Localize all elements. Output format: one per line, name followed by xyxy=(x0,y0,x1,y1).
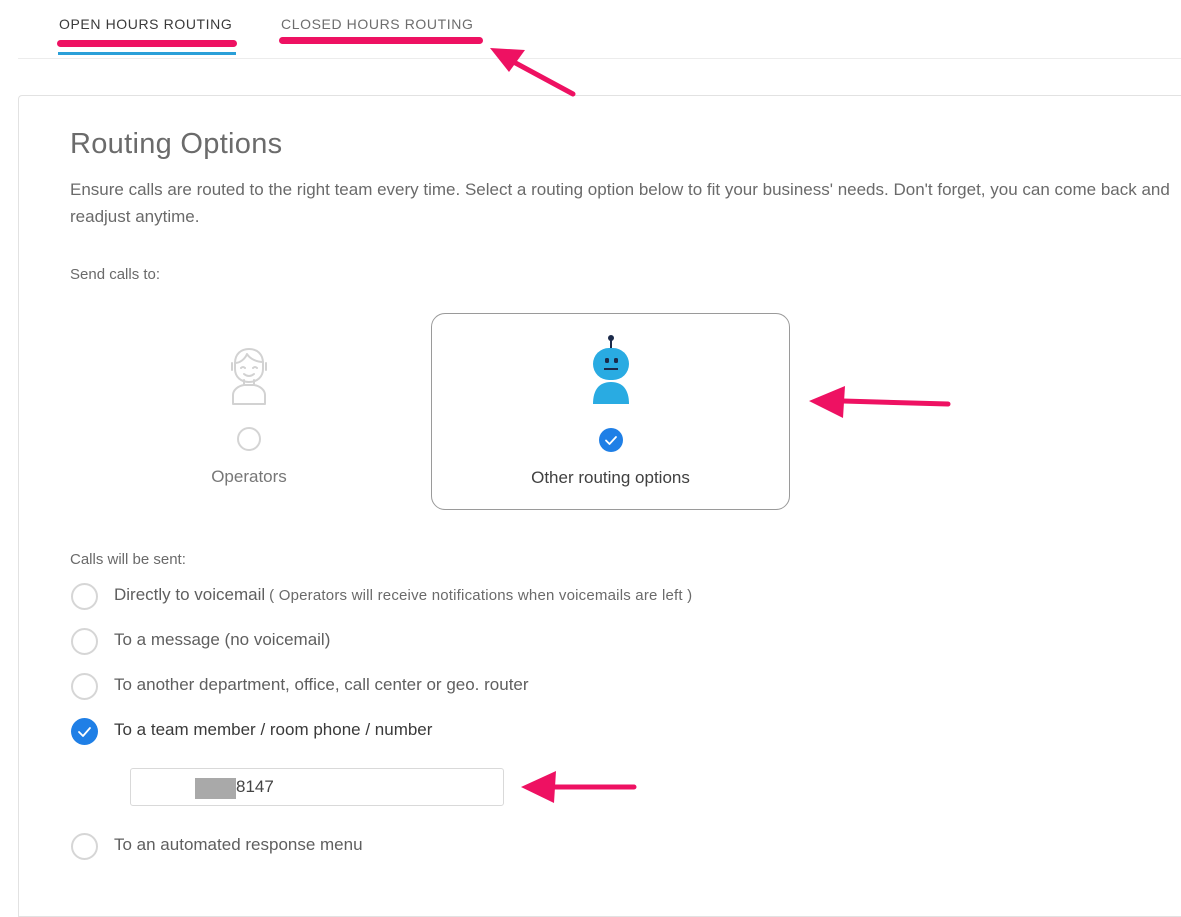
route-automated-menu[interactable]: To an automated response menu xyxy=(71,833,431,861)
route-message-radio[interactable] xyxy=(71,628,98,655)
phone-number-input[interactable]: 8147 xyxy=(130,768,504,806)
option-other-routing-label: Other routing options xyxy=(531,468,690,487)
routing-tabs: OPEN HOURS ROUTING CLOSED HOURS ROUTING xyxy=(18,0,1181,59)
route-message[interactable]: To a message (no voicemail) xyxy=(71,628,391,656)
operator-face-icon xyxy=(231,348,267,405)
option-operators[interactable]: Operators xyxy=(89,313,409,508)
active-tab-indicator xyxy=(58,52,236,55)
tab-closed-hours-routing[interactable]: CLOSED HOURS ROUTING xyxy=(281,16,473,32)
route-voicemail-radio[interactable] xyxy=(71,583,98,610)
route-team-member[interactable]: To a team member / room phone / number xyxy=(71,718,511,746)
route-voicemail-text: Directly to voicemail( Operators will re… xyxy=(114,585,692,605)
route-automated-menu-radio[interactable] xyxy=(71,833,98,860)
route-team-member-radio[interactable] xyxy=(71,718,98,745)
route-message-label: To a message (no voicemail) xyxy=(114,630,331,649)
route-automated-menu-label: To an automated response menu xyxy=(114,835,363,854)
operators-radio[interactable] xyxy=(237,427,261,451)
routing-options-card: Routing Options Ensure calls are routed … xyxy=(18,95,1181,917)
route-department[interactable]: To another department, office, call cent… xyxy=(71,673,631,701)
page-title: Routing Options xyxy=(70,128,283,160)
route-voicemail[interactable]: Directly to voicemail( Operators will re… xyxy=(71,583,831,611)
checkmark-icon xyxy=(604,436,617,445)
page-description: Ensure calls are routed to the right tea… xyxy=(70,180,1170,226)
redacted-digits xyxy=(195,778,236,799)
tab-open-hours-routing[interactable]: OPEN HOURS ROUTING xyxy=(59,16,232,32)
send-calls-label: Send calls to: xyxy=(70,266,161,283)
annotation-underline-closed xyxy=(279,37,483,44)
annotation-underline-open xyxy=(57,40,237,47)
option-other-routing[interactable]: Other routing options xyxy=(431,313,790,510)
option-operators-label: Operators xyxy=(211,467,287,486)
route-department-radio[interactable] xyxy=(71,673,98,700)
calls-sent-label: Calls will be sent: xyxy=(70,551,186,568)
robot-icon xyxy=(592,335,629,404)
route-team-member-label: To a team member / room phone / number xyxy=(114,720,433,739)
checkmark-icon xyxy=(78,727,91,737)
route-voicemail-label: Directly to voicemail xyxy=(114,585,266,604)
other-routing-radio[interactable] xyxy=(598,428,623,452)
route-department-label: To another department, office, call cent… xyxy=(114,675,529,694)
phone-number-value: 8147 xyxy=(236,777,274,796)
route-voicemail-note: ( Operators will receive notifications w… xyxy=(269,587,693,604)
